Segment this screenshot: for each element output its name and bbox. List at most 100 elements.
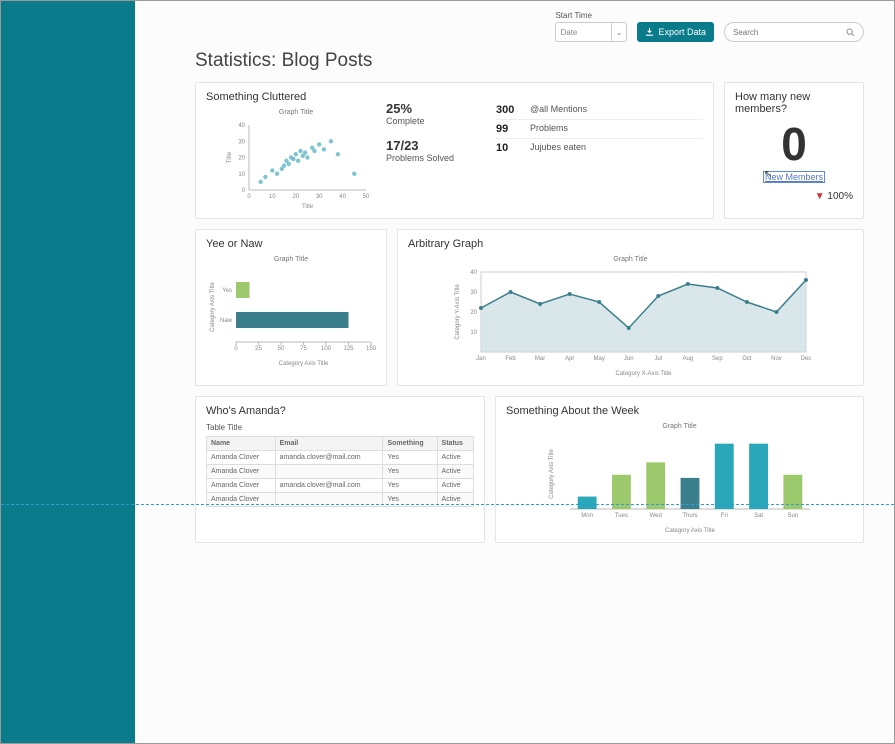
solved-value: 17/23 bbox=[386, 138, 496, 153]
chart-title: Graph Title bbox=[206, 256, 376, 263]
chart-title: Graph Title bbox=[506, 423, 853, 430]
svg-text:0: 0 bbox=[234, 346, 238, 352]
column-header: Email bbox=[275, 437, 383, 451]
card-title: Something Cluttered bbox=[206, 91, 386, 103]
stat-row: 99Problems bbox=[496, 119, 703, 138]
members-pct: ▼ 100% bbox=[735, 191, 853, 202]
svg-text:10: 10 bbox=[269, 194, 276, 200]
svg-text:Wed: Wed bbox=[649, 513, 661, 519]
svg-text:Title: Title bbox=[227, 151, 233, 163]
export-button-label: Export Data bbox=[658, 27, 706, 37]
svg-text:40: 40 bbox=[238, 123, 245, 129]
svg-text:Sun: Sun bbox=[787, 513, 798, 519]
search-box[interactable] bbox=[724, 22, 864, 42]
svg-text:Sat: Sat bbox=[754, 513, 763, 519]
page-title: Statistics: Blog Posts bbox=[195, 50, 864, 72]
svg-text:Category Axis Title: Category Axis Title bbox=[665, 528, 715, 534]
triangle-down-icon: ▼ bbox=[815, 191, 825, 202]
svg-text:100: 100 bbox=[321, 346, 332, 352]
svg-text:125: 125 bbox=[343, 346, 354, 352]
svg-text:40: 40 bbox=[470, 270, 477, 276]
svg-text:Jun: Jun bbox=[623, 356, 633, 362]
hbar-chart: 0255075100125150YesNawCategory Axis Titl… bbox=[206, 267, 376, 367]
svg-text:Thurs: Thurs bbox=[682, 513, 697, 519]
svg-text:20: 20 bbox=[238, 156, 245, 162]
svg-text:Mon: Mon bbox=[581, 513, 593, 519]
table-row[interactable]: Amanda CloverYesActive bbox=[207, 493, 474, 507]
complete-pct: 25% bbox=[386, 101, 496, 116]
card-something-cluttered: Something Cluttered Graph Title 0 10 20 30 4… bbox=[195, 82, 714, 219]
card-title: Something About the Week bbox=[506, 405, 853, 417]
bar-chart: Mon Tues Wed Thurs Fri Sat Sun Category Axis Ti… bbox=[545, 434, 815, 534]
svg-text:0: 0 bbox=[242, 188, 246, 194]
table-title: Table Title bbox=[206, 423, 474, 432]
amanda-table: NameEmailSomethingStatusAmanda Cloverama… bbox=[206, 436, 474, 507]
svg-text:40: 40 bbox=[339, 194, 346, 200]
table-row[interactable]: Amanda Cloveramanda.clover@mail.comYesAc… bbox=[207, 451, 474, 465]
svg-text:10: 10 bbox=[470, 330, 477, 336]
date-select-value: Date bbox=[560, 28, 577, 37]
svg-text:50: 50 bbox=[278, 346, 285, 352]
column-header: Name bbox=[207, 437, 276, 451]
svg-text:Feb: Feb bbox=[505, 356, 516, 362]
card-whos-amanda: Who's Amanda? Table Title NameEmailSomet… bbox=[195, 396, 485, 543]
svg-text:Fri: Fri bbox=[720, 513, 727, 519]
svg-text:30: 30 bbox=[316, 194, 323, 200]
svg-text:75: 75 bbox=[300, 346, 307, 352]
chart-title: Graph Title bbox=[408, 256, 853, 263]
toolbar: Start Time Date ⌄ Export Data bbox=[195, 11, 864, 42]
svg-text:Naw: Naw bbox=[220, 318, 233, 324]
table-row[interactable]: Amanda CloverYesActive bbox=[207, 465, 474, 479]
search-input[interactable] bbox=[733, 28, 846, 37]
svg-text:Mar: Mar bbox=[534, 356, 544, 362]
search-icon bbox=[846, 28, 855, 37]
svg-text:Title: Title bbox=[302, 204, 314, 210]
svg-text:150: 150 bbox=[366, 346, 376, 352]
card-title: How many new members? bbox=[735, 91, 853, 115]
download-icon bbox=[645, 28, 654, 37]
start-time-label: Start Time bbox=[555, 11, 627, 20]
svg-text:Aug: Aug bbox=[682, 356, 693, 362]
svg-text:20: 20 bbox=[470, 310, 477, 316]
card-title: Yee or Naw bbox=[206, 238, 376, 250]
card-yee-or-naw: Yee or Naw Graph Title 0255075100125150Y… bbox=[195, 229, 387, 386]
scatter-chart: 01020304050010203040TitleTitle bbox=[221, 120, 371, 210]
svg-text:Category Axis Title: Category Axis Title bbox=[279, 361, 329, 367]
chart-title: Graph Title bbox=[206, 109, 386, 116]
svg-text:30: 30 bbox=[238, 139, 245, 145]
svg-text:Dec: Dec bbox=[800, 356, 810, 362]
svg-text:Category Axis Title: Category Axis Title bbox=[549, 448, 555, 498]
card-arbitrary-graph: Arbitrary Graph Graph Title 10 20 30 40 Jan F… bbox=[397, 229, 864, 386]
date-select[interactable]: Date ⌄ bbox=[555, 22, 627, 42]
svg-text:25: 25 bbox=[255, 346, 262, 352]
svg-text:Apr: Apr bbox=[564, 356, 573, 362]
card-title: Who's Amanda? bbox=[206, 405, 474, 417]
stat-row: 300@all Mentions bbox=[496, 101, 703, 119]
column-header: Status bbox=[437, 437, 473, 451]
svg-text:Nov: Nov bbox=[771, 356, 782, 362]
table-row[interactable]: Amanda Cloveramanda.clover@mail.comYesAc… bbox=[207, 479, 474, 493]
svg-text:Jan: Jan bbox=[476, 356, 486, 362]
stat-row: 10Jujubes eaten bbox=[496, 138, 703, 157]
svg-text:Sep: Sep bbox=[712, 356, 723, 362]
svg-text:30: 30 bbox=[470, 290, 477, 296]
svg-text:Jul: Jul bbox=[654, 356, 662, 362]
svg-text:Oct: Oct bbox=[742, 356, 752, 362]
card-title: Arbitrary Graph bbox=[408, 238, 853, 250]
svg-text:Category X-Axis Title: Category X-Axis Title bbox=[615, 371, 672, 377]
complete-label: Complete bbox=[386, 116, 496, 126]
svg-text:0: 0 bbox=[247, 194, 251, 200]
area-chart: 10 20 30 40 Jan Feb Mar Apr May Jun Jul Aug Sep Oct No… bbox=[451, 267, 811, 377]
svg-text:20: 20 bbox=[292, 194, 299, 200]
new-members-link[interactable]: New Members bbox=[763, 171, 825, 183]
svg-text:Tues: Tues bbox=[614, 513, 627, 519]
card-new-members: How many new members? 0 New Members ▼ 10… bbox=[724, 82, 864, 219]
chevron-down-icon: ⌄ bbox=[611, 23, 623, 41]
card-week: Something About the Week Graph Title Mon… bbox=[495, 396, 864, 543]
svg-text:Category Y-Axis Title: Category Y-Axis Title bbox=[455, 284, 461, 340]
svg-text:10: 10 bbox=[238, 172, 245, 178]
sidebar bbox=[1, 1, 135, 743]
export-data-button[interactable]: Export Data bbox=[637, 22, 714, 42]
svg-text:May: May bbox=[593, 356, 604, 362]
solved-label: Problems Solved bbox=[386, 153, 496, 163]
